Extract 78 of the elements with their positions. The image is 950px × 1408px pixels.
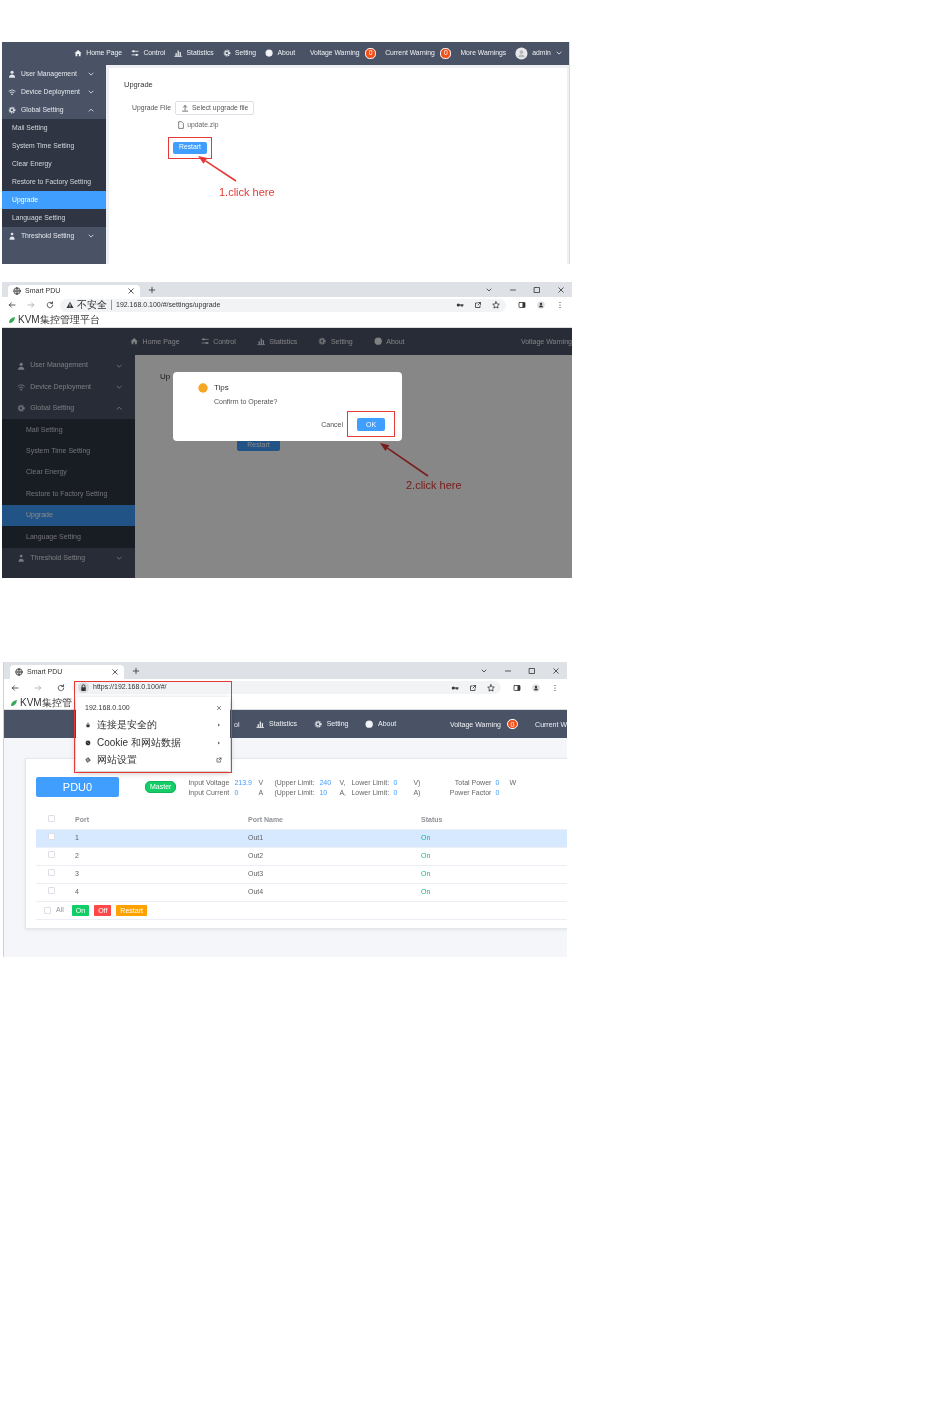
maximize-icon[interactable] [533,285,541,294]
upload-icon [180,104,190,113]
checkbox[interactable] [48,851,55,859]
maximize-icon[interactable] [528,666,536,675]
avatar-icon [515,47,529,60]
gear-icon [8,105,17,115]
reload-icon[interactable] [56,683,65,692]
dialog-title: Tips [214,384,229,392]
side-panel-icon[interactable] [513,683,521,692]
file-icon [177,121,186,130]
back-arrow-icon[interactable] [11,683,20,692]
key-icon[interactable] [456,301,464,309]
back-arrow-icon[interactable] [7,301,16,309]
profile-icon[interactable] [532,683,540,692]
menu-item[interactable]: Cookie 和网站数据 [85,734,222,752]
menu-item[interactable]: 网站设置 [85,751,222,769]
person-icon [8,231,17,241]
menu-item[interactable]: 连接是安全的 [85,716,222,734]
signal-icon [8,87,17,97]
lock-icon [85,722,91,729]
close-icon[interactable] [552,666,560,675]
page-title: Up [160,373,172,381]
caret-icon [554,49,563,58]
cookie-icon [85,739,91,746]
bookmark-link[interactable]: KVM集控管 [10,697,72,708]
close-icon[interactable] [216,704,222,711]
gear-icon [314,719,323,729]
share-icon[interactable] [469,683,477,692]
plus-icon[interactable] [148,285,156,294]
checkbox[interactable] [48,815,55,823]
profile-icon[interactable] [537,301,545,309]
bar-chart-icon [256,719,265,729]
home-icon [74,49,83,58]
globe-icon [15,668,23,676]
person-icon [17,361,26,370]
checkbox[interactable] [48,887,55,895]
plus-icon[interactable] [132,666,140,675]
leaf-icon [10,698,18,707]
reload-icon[interactable] [46,301,55,309]
info-icon [373,337,383,346]
sliders-icon [131,49,140,58]
gear-icon [318,337,327,346]
checkbox[interactable] [48,833,55,841]
close-icon[interactable] [127,287,135,295]
security-chip[interactable]: 不安全 [66,300,112,310]
bookmark-link[interactable]: KVM集控管理平台 [8,315,100,325]
bar-chart-icon [256,337,266,346]
checkbox[interactable] [48,869,55,877]
info-icon [365,719,374,729]
lock-icon[interactable] [78,682,89,693]
close-icon[interactable] [557,285,565,294]
leaf-icon [8,316,16,324]
chevron-right-icon [216,739,222,746]
chevron-right-icon [216,722,222,729]
gear-icon [17,404,26,413]
warning-icon [66,301,74,309]
menu-icon[interactable] [556,301,564,309]
bar-chart-icon [174,49,183,58]
external-link-icon [216,757,222,764]
callout-text: 1.click here [219,187,275,198]
gear-icon [222,49,231,58]
checkbox[interactable] [44,907,51,914]
sliders-icon [200,337,209,346]
globe-icon [13,287,21,295]
star-icon[interactable] [487,683,495,692]
signal-icon [17,382,26,392]
side-panel-icon[interactable] [518,301,526,309]
callout-text: 2.click here [406,480,462,491]
gear-icon [85,757,91,764]
share-icon[interactable] [474,301,482,309]
home-icon [130,337,139,346]
info-icon [265,49,274,58]
annotation-arrow [378,441,430,478]
person-icon [17,554,26,563]
tips-icon [198,383,208,393]
person-icon [8,69,17,79]
star-icon[interactable] [492,301,500,309]
close-icon[interactable] [111,668,119,676]
